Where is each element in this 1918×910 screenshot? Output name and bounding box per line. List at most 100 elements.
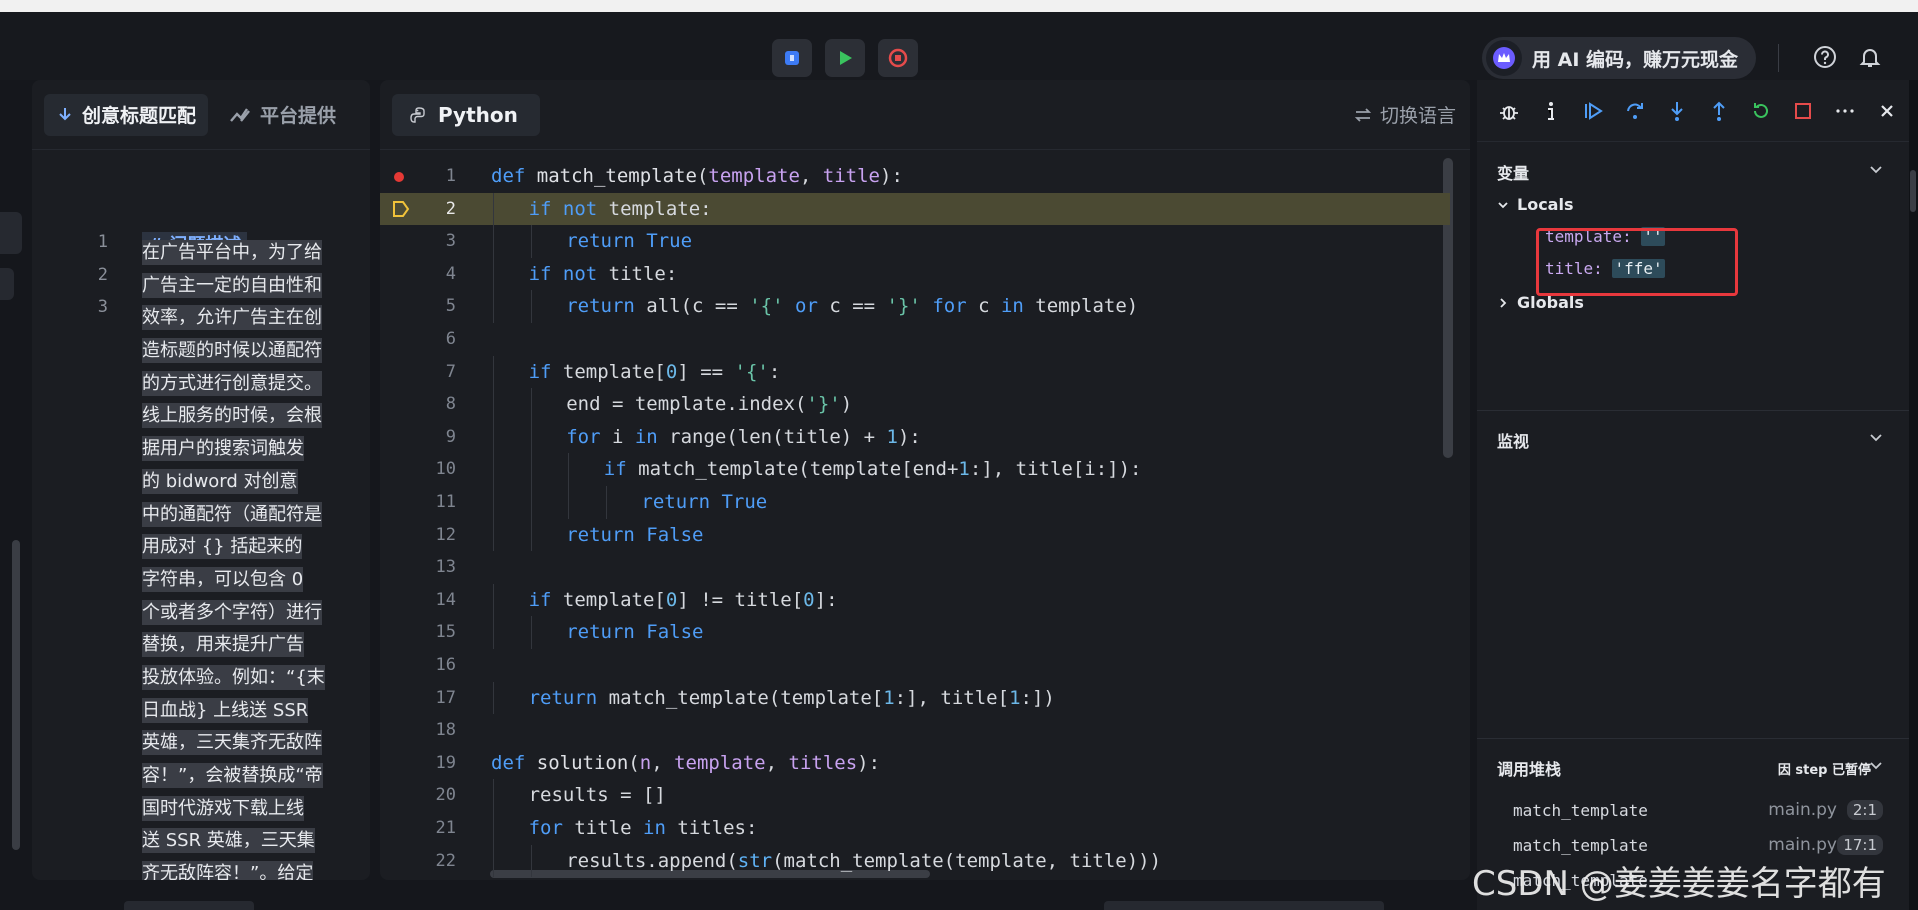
- run-button[interactable]: [825, 39, 865, 77]
- step-out-icon[interactable]: [1707, 99, 1731, 123]
- code-line[interactable]: 2 if not template:: [380, 192, 1450, 226]
- code-line[interactable]: 14 if template[0] != title[0]:: [380, 583, 1450, 617]
- switch-language-button[interactable]: 切换语言: [1354, 101, 1456, 128]
- code-line[interactable]: 16: [380, 649, 1450, 682]
- chevron-down-icon[interactable]: [1869, 162, 1883, 176]
- problem-text-span: 中的通配符（通配符是: [142, 501, 322, 527]
- problem-text-line: 替换，用来提升广告: [142, 629, 370, 662]
- line-number: 8: [445, 394, 456, 415]
- code-line[interactable]: 6: [380, 323, 1450, 356]
- breakpoint-dot[interactable]: [394, 172, 404, 182]
- line-number: 3: [97, 297, 108, 318]
- info-icon[interactable]: [1539, 99, 1563, 123]
- code-area[interactable]: 1 def match_template(template, title): 2 if…: [380, 150, 1470, 880]
- code-line[interactable]: 9 for i in range(len(title) + 1):: [380, 420, 1450, 454]
- indent-guide: [530, 420, 532, 454]
- problem-text-line: 国时代游戏下载上线: [142, 793, 370, 826]
- code-line[interactable]: 10 if match_template(template[end+1:], ti…: [380, 453, 1450, 486]
- step-over-icon[interactable]: [1623, 99, 1647, 123]
- code-line[interactable]: 12 return False: [380, 518, 1450, 552]
- problem-text-line: 的方式进行创意提交。: [142, 368, 370, 401]
- right-scrollbar[interactable]: [1910, 170, 1916, 212]
- locals-group[interactable]: Locals: [1497, 195, 1573, 214]
- line-number: 1: [97, 232, 108, 252]
- tab-platform[interactable]: 平台提供: [218, 94, 348, 136]
- more-icon[interactable]: [1833, 99, 1857, 123]
- bell-icon[interactable]: [1855, 42, 1885, 72]
- tab-python[interactable]: Python: [392, 93, 540, 136]
- bottom-tab[interactable]: [1104, 901, 1384, 910]
- problem-text-line: 线上服务的时候，会根: [142, 400, 370, 433]
- side-tab[interactable]: [0, 268, 14, 300]
- locals-label: Locals: [1517, 195, 1574, 214]
- problem-text-span: 在广告平台中，为了给: [142, 240, 322, 265]
- side-tab[interactable]: [0, 212, 22, 254]
- chevron-down-icon[interactable]: [1869, 758, 1883, 772]
- tab-problem[interactable]: 创意标题匹配: [44, 93, 209, 136]
- code-line[interactable]: 19 def solution(n, template, titles):: [380, 747, 1450, 780]
- line-number: 2: [97, 264, 108, 285]
- line-number: 18: [435, 720, 456, 741]
- ai-promo-button[interactable]: 用 AI 编码，赚万元现金: [1482, 37, 1756, 79]
- problem-text-span: 齐无敌阵容！”。给定: [142, 861, 314, 880]
- code-line[interactable]: 20 results = []: [380, 779, 1450, 812]
- code-line[interactable]: 18: [380, 714, 1450, 747]
- ai-promo-label: 用 AI 编码，赚万元现金: [1532, 48, 1739, 71]
- indent-guide: [493, 388, 494, 421]
- help-icon[interactable]: [1810, 42, 1840, 72]
- frame-position: 17:1: [1837, 835, 1883, 855]
- problem-text-line: 用成对 {} 括起来的: [142, 531, 370, 564]
- code-line[interactable]: 17 return match_template(template[1:], ti…: [380, 681, 1450, 715]
- code-line[interactable]: 15 return False: [380, 616, 1450, 649]
- bottom-tab[interactable]: [124, 901, 254, 910]
- problem-text-span: 投放体验。例如：“{末: [142, 664, 325, 690]
- stop-square-icon[interactable]: [1791, 99, 1815, 123]
- swap-icon: [1354, 107, 1372, 122]
- continue-icon[interactable]: [1581, 99, 1605, 123]
- code-line[interactable]: 13: [380, 551, 1450, 584]
- line-number: 6: [445, 329, 456, 349]
- stop-button[interactable]: [878, 39, 918, 77]
- code-line[interactable]: 21 for title in titles:: [380, 812, 1450, 845]
- code-text: if template[0] == '{':: [528, 360, 781, 383]
- code-line[interactable]: 3 return True: [380, 225, 1450, 258]
- code-text: if template[0] != title[0]:: [528, 588, 838, 611]
- stop-circle-icon: [888, 48, 908, 68]
- callstack-frame[interactable]: match_template main.py 2:1: [1513, 795, 1893, 825]
- restart-icon[interactable]: [1749, 99, 1773, 123]
- problem-text-line: 个或者多个字符）进行: [142, 597, 370, 630]
- problem-text-line: 在广告平台中，为了给: [142, 237, 370, 270]
- bug-icon[interactable]: [1497, 99, 1521, 123]
- indent-guide: [568, 453, 570, 486]
- indent-guide: [493, 616, 494, 649]
- code-text: return match_template(template[1:], titl…: [528, 686, 1055, 709]
- code-line[interactable]: 8 end = template.index('}'): [380, 388, 1450, 421]
- code-text: return True: [641, 491, 768, 513]
- line-number: 4: [445, 263, 456, 284]
- code-header: Python 切换语言: [380, 80, 1470, 150]
- close-icon[interactable]: [1875, 99, 1899, 123]
- problem-text-span: 英雄，三天集齐无敌阵: [142, 730, 322, 756]
- code-text: if match_template(template[end+1:], titl…: [603, 458, 1142, 481]
- code-line[interactable]: 4 if not title:: [380, 257, 1450, 291]
- code-line[interactable]: 7 if template[0] == '{':: [380, 355, 1450, 389]
- indent-guide: [493, 225, 494, 258]
- indent-guide: [493, 518, 494, 552]
- problem-text-span: 个或者多个字符）进行: [142, 599, 322, 625]
- code-line[interactable]: 5 return all(c == '{' or c == '}' for c i…: [380, 290, 1450, 323]
- code-line[interactable]: 1 def match_template(template, title):: [380, 160, 1450, 193]
- indent-guide: [530, 453, 532, 486]
- line-number: 22: [435, 850, 456, 871]
- code-line[interactable]: 22 results.append(str(match_template(temp…: [380, 844, 1450, 878]
- step-into-icon[interactable]: [1665, 99, 1689, 123]
- line-number: 1: [445, 166, 456, 186]
- tab-platform-label: 平台提供: [260, 105, 337, 127]
- line-number: 15: [435, 622, 456, 643]
- indent-guide: [493, 290, 494, 323]
- problem-text-line: 英雄，三天集齐无敌阵: [142, 727, 370, 760]
- debug-button[interactable]: [772, 39, 812, 77]
- problem-text-span: 国时代游戏下载上线: [142, 795, 304, 821]
- chevron-down-icon[interactable]: [1869, 430, 1883, 444]
- left-scrollbar[interactable]: [12, 540, 20, 850]
- code-line[interactable]: 11 return True: [380, 486, 1450, 519]
